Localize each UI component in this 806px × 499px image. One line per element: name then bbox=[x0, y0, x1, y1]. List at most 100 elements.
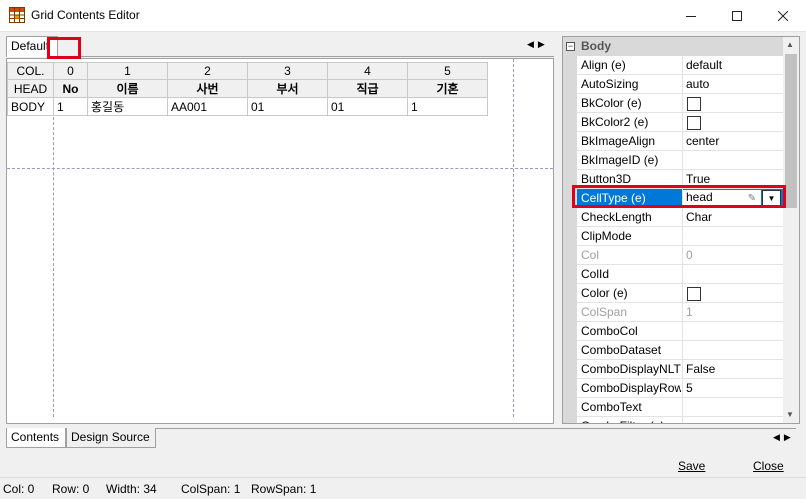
property-row[interactable]: CheckLength Char bbox=[577, 208, 783, 227]
property-name: ComboText bbox=[581, 400, 642, 414]
col-number[interactable]: 3 bbox=[247, 62, 328, 80]
head-cell[interactable]: 기혼 bbox=[407, 79, 488, 98]
body-cell[interactable]: 홍길동 bbox=[87, 97, 168, 116]
maximize-button[interactable] bbox=[714, 0, 760, 31]
status-width: Width: 34 bbox=[106, 482, 157, 496]
property-row[interactable]: ColSpan 1 bbox=[577, 303, 783, 322]
property-section-header[interactable]: − Body bbox=[563, 37, 783, 56]
head-cell[interactable]: 직급 bbox=[327, 79, 408, 98]
close-window-button[interactable] bbox=[760, 0, 806, 31]
property-name: Button3D bbox=[581, 172, 632, 186]
head-row: HEAD No 이름 사번 부서 직급 기혼 bbox=[7, 79, 488, 98]
property-divider bbox=[682, 379, 683, 398]
head-cell[interactable]: No bbox=[53, 79, 88, 98]
save-button[interactable]: Save bbox=[678, 459, 705, 473]
property-row[interactable]: BkImageAlign center bbox=[577, 132, 783, 151]
property-value[interactable]: 5 bbox=[686, 381, 781, 395]
property-divider bbox=[682, 208, 683, 227]
property-row[interactable]: BkImageID (e) bbox=[577, 151, 783, 170]
status-rowspan: RowSpan: 1 bbox=[251, 482, 317, 496]
minimize-button[interactable] bbox=[668, 0, 714, 31]
property-divider bbox=[682, 56, 683, 75]
property-divider bbox=[682, 398, 683, 417]
selected-cell-highlight bbox=[47, 37, 81, 59]
save-button-label: Save bbox=[678, 459, 706, 473]
property-name: AutoSizing bbox=[581, 77, 639, 91]
property-name: ComboFilter (e) bbox=[581, 419, 681, 423]
property-value[interactable]: False bbox=[686, 362, 781, 376]
grid-canvas[interactable]: COL. 0 1 2 3 4 5 HEAD No 이름 사번 부서 직급 기혼 … bbox=[6, 58, 554, 424]
property-name: ComboDisplayNLT bbox=[581, 362, 681, 376]
head-cell[interactable]: 이름 bbox=[87, 79, 168, 98]
property-name: ComboDisplayRow bbox=[581, 381, 681, 395]
col-number[interactable]: 0 bbox=[53, 62, 88, 80]
collapse-icon[interactable]: − bbox=[566, 42, 575, 51]
col-number[interactable]: 2 bbox=[167, 62, 248, 80]
scrollbar-thumb[interactable] bbox=[785, 54, 797, 208]
property-row[interactable]: BkColor (e) bbox=[577, 94, 783, 113]
status-colspan: ColSpan: 1 bbox=[181, 482, 241, 496]
property-divider bbox=[682, 303, 683, 322]
close-button-label: Close bbox=[753, 459, 784, 473]
property-name: Col bbox=[581, 248, 600, 262]
property-grid[interactable]: − Body Align (e) default AutoSizing auto BkC… bbox=[562, 36, 800, 424]
property-value[interactable]: True bbox=[686, 172, 781, 186]
scroll-down-icon[interactable]: ▼ bbox=[786, 410, 794, 419]
property-row[interactable]: ComboDataset bbox=[577, 341, 783, 360]
property-row[interactable]: ComboDisplayRow 5 bbox=[577, 379, 783, 398]
body-row-label: BODY bbox=[7, 97, 54, 116]
tab-design-source[interactable]: Design Source bbox=[66, 428, 156, 448]
property-value[interactable]: Char bbox=[686, 210, 781, 224]
color-swatch-icon[interactable] bbox=[687, 116, 701, 130]
property-divider bbox=[682, 151, 683, 170]
status-col: Col: 0 bbox=[3, 482, 35, 496]
property-row[interactable]: ColId bbox=[577, 265, 783, 284]
property-divider bbox=[682, 94, 683, 113]
property-value[interactable]: 0 bbox=[686, 248, 781, 262]
close-icon bbox=[778, 10, 788, 21]
color-swatch-icon[interactable] bbox=[687, 287, 701, 301]
property-name: Color (e) bbox=[581, 286, 628, 300]
col-number[interactable]: 1 bbox=[87, 62, 168, 80]
col-number[interactable]: 5 bbox=[407, 62, 488, 80]
body-cell[interactable]: 01 bbox=[327, 97, 408, 116]
property-name: ColSpan bbox=[581, 305, 628, 319]
property-row[interactable]: BkColor2 (e) bbox=[577, 113, 783, 132]
tab-contents[interactable]: Contents bbox=[6, 428, 66, 448]
body-cell[interactable]: 01 bbox=[247, 97, 328, 116]
property-value[interactable]: 1 bbox=[686, 305, 781, 319]
window-title: Grid Contents Editor bbox=[31, 8, 140, 22]
property-row[interactable]: Col 0 bbox=[577, 246, 783, 265]
bottom-tab-scroll-arrows[interactable]: ◀▶ bbox=[773, 432, 795, 443]
scroll-up-icon[interactable]: ▲ bbox=[786, 40, 794, 49]
property-row[interactable]: Color (e) bbox=[577, 284, 783, 303]
celltype-highlight bbox=[572, 185, 786, 208]
body-row: BODY 1 홍길동 AA001 01 01 1 bbox=[7, 97, 488, 116]
close-button[interactable]: Close bbox=[753, 459, 784, 473]
property-value[interactable]: default bbox=[686, 58, 781, 72]
head-cell[interactable]: 사번 bbox=[167, 79, 248, 98]
col-number[interactable]: 4 bbox=[327, 62, 408, 80]
property-row[interactable]: ComboText bbox=[577, 398, 783, 417]
body-cell[interactable]: AA001 bbox=[167, 97, 248, 116]
property-divider bbox=[682, 265, 683, 284]
property-row[interactable]: ComboCol bbox=[577, 322, 783, 341]
property-value[interactable]: auto bbox=[686, 77, 781, 91]
color-swatch-icon[interactable] bbox=[687, 97, 701, 111]
property-name: CheckLength bbox=[581, 210, 652, 224]
grid-app-icon bbox=[9, 7, 25, 23]
property-row[interactable]: AutoSizing auto bbox=[577, 75, 783, 94]
head-row-label: HEAD bbox=[7, 79, 54, 98]
body-cell[interactable]: 1 bbox=[53, 97, 88, 116]
body-cell[interactable]: 1 bbox=[407, 97, 488, 116]
grid-guide-line bbox=[7, 168, 553, 169]
property-row[interactable]: ClipMode bbox=[577, 227, 783, 246]
property-value[interactable]: center bbox=[686, 134, 781, 148]
tab-scroll-arrows[interactable]: ◀▶ bbox=[527, 39, 549, 50]
property-row[interactable]: ComboDisplayNLT False bbox=[577, 360, 783, 379]
property-row[interactable]: Align (e) default bbox=[577, 56, 783, 75]
property-name: ComboCol bbox=[581, 324, 638, 338]
property-row[interactable]: ComboFilter (e) bbox=[577, 417, 783, 423]
head-cell[interactable]: 부서 bbox=[247, 79, 328, 98]
property-divider bbox=[682, 246, 683, 265]
